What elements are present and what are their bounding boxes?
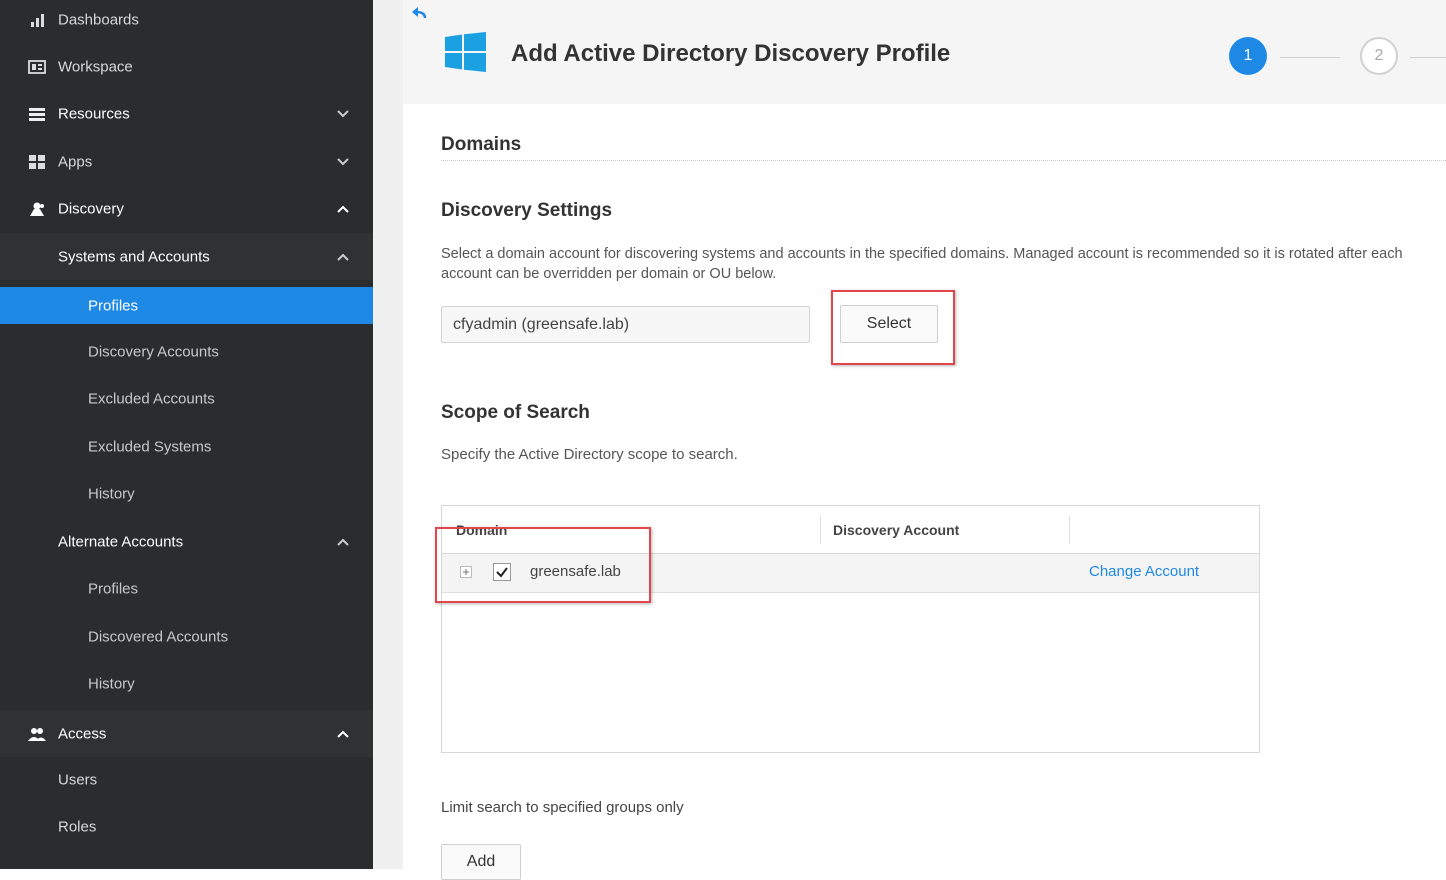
sidebar-item-label: Workspace [58, 58, 133, 75]
scope-heading: Scope of Search [441, 402, 590, 423]
sidebar-item-resources[interactable]: Resources [0, 90, 373, 137]
chevron-up-icon [337, 538, 349, 546]
discovery-settings-description: Select a domain account for discovering … [441, 246, 1403, 262]
chevron-down-icon [337, 157, 349, 165]
sidebar-item-discovery-accounts[interactable]: Discovery Accounts [0, 328, 373, 375]
sidebar-item-label: Profiles [88, 580, 139, 597]
sidebar-item-label: Profiles [88, 297, 139, 314]
sidebar-item-discovery[interactable]: Discovery [0, 185, 373, 232]
column-separator [1069, 516, 1070, 544]
sidebar-item-label: Alternate Accounts [58, 533, 184, 550]
discovery-settings-description-2: account can be overridden per domain or … [441, 266, 777, 282]
discovery-icon [30, 202, 44, 216]
sidebar-item-label: Excluded Systems [88, 438, 212, 455]
bar-chart-icon [31, 13, 44, 27]
sidebar-item-label: Systems and Accounts [58, 248, 210, 265]
windows-logo-icon [445, 32, 486, 72]
domains-heading: Domains [441, 134, 522, 155]
sidebar-item-users[interactable]: Users [0, 756, 373, 803]
sidebar-item-history[interactable]: History [0, 470, 373, 517]
discovery-account-field[interactable] [441, 306, 810, 343]
step-connector [1410, 57, 1446, 58]
wizard-step-2[interactable]: 2 [1360, 37, 1398, 75]
sidebar-item-discovered-accounts[interactable]: Discovered Accounts [0, 613, 373, 660]
chevron-up-icon [337, 205, 349, 213]
sidebar-item-workspace[interactable]: Workspace [0, 43, 373, 90]
back-arrow-icon[interactable] [410, 6, 428, 22]
sidebar-item-profiles[interactable]: Profiles [0, 287, 373, 324]
sidebar-item-label: Discovery [58, 200, 124, 217]
sidebar-item-alternate-profiles[interactable]: Profiles [0, 565, 373, 612]
sidebar-item-apps[interactable]: Apps [0, 138, 373, 185]
content-gutter [373, 0, 403, 869]
sidebar-item-label: Excluded Accounts [88, 390, 215, 407]
scope-description: Specify the Active Directory scope to se… [441, 446, 738, 463]
users-icon [28, 727, 46, 741]
select-highlight-box [831, 290, 955, 365]
wizard-step-1[interactable]: 1 [1229, 37, 1267, 75]
sidebar-item-label: Discovered Accounts [88, 628, 229, 645]
change-account-link[interactable]: Change Account [1089, 563, 1199, 580]
sidebar-item-systems-and-accounts[interactable]: Systems and Accounts [0, 233, 373, 280]
column-separator [820, 516, 821, 544]
sidebar-item-alternate-history[interactable]: History [0, 660, 373, 707]
sidebar-item-excluded-systems[interactable]: Excluded Systems [0, 423, 373, 470]
chevron-up-icon [337, 253, 349, 261]
sidebar-item-label: Dashboards [58, 11, 139, 28]
sidebar-item-roles[interactable]: Roles [0, 803, 373, 850]
sidebar-item-access[interactable]: Access [0, 710, 373, 757]
sidebar-item-label: Discovery Accounts [88, 343, 219, 360]
sidebar-item-label: Users [58, 771, 98, 788]
section-divider [441, 160, 1446, 161]
step-connector [1280, 57, 1340, 58]
sidebar-item-label: History [88, 675, 135, 692]
limit-groups-label: Limit search to specified groups only [441, 799, 684, 816]
column-header-discovery-account[interactable]: Discovery Account [833, 506, 959, 553]
sidebar-item-label: History [88, 485, 135, 502]
sidebar-item-dashboards[interactable]: Dashboards [0, 0, 373, 43]
list-icon [29, 107, 45, 121]
sidebar-item-label: Access [58, 725, 107, 742]
sidebar-item-label: Resources [58, 105, 130, 122]
workspace-icon [28, 59, 46, 74]
page-title: Add Active Directory Discovery Profile [511, 40, 951, 67]
chevron-down-icon [337, 109, 349, 117]
sidebar: Dashboards Workspace Resources Apps Disc… [0, 0, 373, 869]
chevron-up-icon [337, 730, 349, 738]
add-group-button[interactable]: Add [441, 844, 521, 880]
sidebar-item-excluded-accounts[interactable]: Excluded Accounts [0, 375, 373, 422]
discovery-settings-heading: Discovery Settings [441, 200, 613, 221]
domain-highlight-box [435, 527, 651, 603]
sidebar-item-label: Roles [58, 818, 97, 835]
apps-grid-icon [29, 154, 45, 169]
sidebar-item-alternate-accounts[interactable]: Alternate Accounts [0, 518, 373, 565]
sidebar-item-label: Apps [58, 153, 93, 170]
